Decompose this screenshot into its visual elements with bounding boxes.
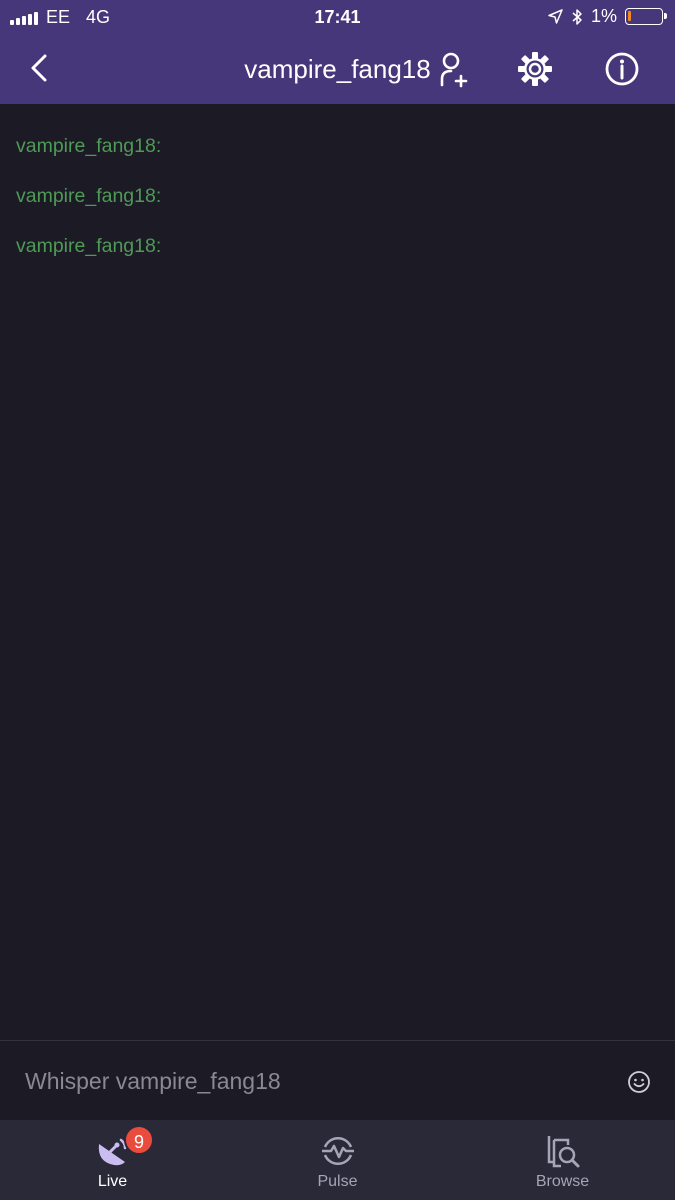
- whisper-input[interactable]: [10, 1059, 600, 1103]
- location-icon: [548, 9, 563, 24]
- whisper-composer: [0, 1040, 675, 1120]
- battery-icon: [625, 8, 667, 25]
- pulse-icon: [322, 1137, 354, 1165]
- battery-fill: [628, 11, 631, 21]
- nav-bar: vampire_fang18: [0, 34, 675, 104]
- message-username[interactable]: vampire_fang18:: [16, 135, 161, 157]
- live-notification-badge: 9: [124, 1125, 154, 1155]
- tab-bar: 9 Live Pulse Browse: [0, 1120, 675, 1200]
- chat-message: vampire_fang18:: [16, 180, 659, 213]
- browse-icon: [547, 1136, 580, 1168]
- info-icon[interactable]: [602, 49, 642, 89]
- chat-message: vampire_fang18:: [16, 130, 659, 163]
- tab-browse-label: Browse: [535, 1173, 590, 1190]
- status-bar: EE 4G 17:41 1%: [0, 0, 675, 34]
- battery-percent: 1%: [590, 6, 617, 26]
- message-username[interactable]: vampire_fang18:: [16, 185, 161, 207]
- tab-live-label: Live: [97, 1173, 128, 1190]
- status-right: 1%: [548, 6, 667, 27]
- tab-pulse[interactable]: Pulse: [225, 1120, 450, 1200]
- add-friend-icon[interactable]: [434, 49, 474, 89]
- chat-log: vampire_fang18: vampire_fang18: vampire_…: [0, 104, 675, 1040]
- conversation-title: vampire_fang18: [244, 54, 431, 84]
- tab-live[interactable]: 9 Live: [0, 1120, 225, 1200]
- chat-message: vampire_fang18:: [16, 230, 659, 263]
- tab-pulse-label: Pulse: [317, 1173, 358, 1190]
- message-username[interactable]: vampire_fang18:: [16, 235, 161, 257]
- tab-browse[interactable]: Browse: [450, 1120, 675, 1200]
- emoji-picker-icon[interactable]: [627, 1070, 651, 1094]
- settings-gear-icon[interactable]: [515, 49, 555, 89]
- bluetooth-icon: [572, 8, 582, 25]
